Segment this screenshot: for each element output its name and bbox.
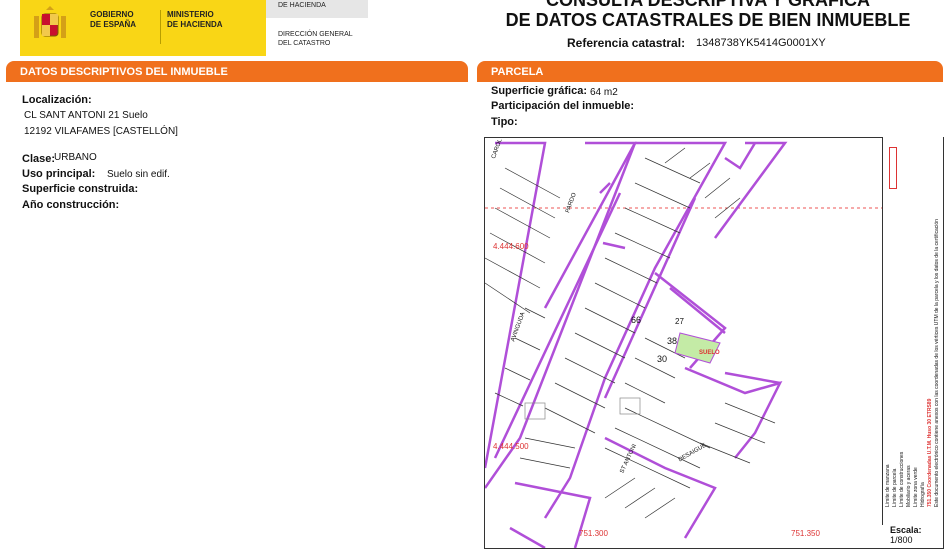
section-header-parcela: PARCELA (477, 61, 943, 82)
legend-item: Mobiliario y aceras (906, 465, 912, 507)
coord-label-y2: 4.444.500 (493, 442, 529, 451)
ministerio-text: MINISTERIO DE HACIENDA (160, 10, 223, 44)
map-legend: Límite de manzana Límite de parcela Lími… (882, 137, 943, 525)
parcel-label-27: 27 (675, 317, 684, 326)
escala: Escala: 1/800 (890, 525, 922, 545)
referencia-catastral-label: Referencia catastral: (567, 36, 686, 50)
gobierno-text: GOBIERNO DE ESPAÑA (90, 10, 137, 29)
coord-label-y1: 4.444.600 (493, 242, 529, 251)
legend-item: Límite de parcela (892, 468, 898, 507)
clase-value: URBANO (54, 152, 97, 163)
referencia-catastral-value: 1348738YK5414G0001XY (696, 37, 826, 49)
hacienda-label: DE HACIENDA (278, 2, 326, 9)
legend-item: Hidrografía (920, 482, 926, 507)
government-logo: GOBIERNO DE ESPAÑA MINISTERIO DE HACIEND… (20, 0, 266, 56)
coat-of-arms-icon (34, 6, 66, 38)
localizacion-label: Localización: (22, 94, 92, 106)
address-line2: 12192 VILAFAMES [CASTELLÓN] (24, 126, 178, 137)
legend-items: Límite de manzana Límite de parcela Lími… (885, 219, 941, 507)
address-line1: CL SANT ANTONI 21 Suelo (24, 110, 148, 121)
section-header-datos: DATOS DESCRIPTIVOS DEL INMUEBLE (6, 61, 468, 82)
coord-label-x2: 751.350 (791, 529, 820, 538)
legend-item: Límite zona verde (913, 467, 919, 507)
uso-principal-value: Suelo sin edif. (107, 169, 170, 180)
legend-item: Límite de construcciones (899, 451, 905, 507)
cadastral-map[interactable]: 4.444.600 4.444.500 751.300 751.350 66 3… (484, 137, 944, 549)
parcel-label-66: 66 (631, 315, 642, 325)
map-drawing (485, 141, 883, 548)
parcel-label-30: 30 (657, 354, 668, 364)
superficie-construida-label: Superficie construida: (22, 183, 139, 195)
tipo-label: Tipo: (491, 116, 518, 128)
superficie-grafica-label: Superficie gráfica: (491, 85, 587, 97)
legend-item: Límite de manzana (885, 464, 891, 507)
uso-principal-label: Uso principal: (22, 168, 96, 180)
north-arrow-icon (889, 147, 897, 189)
superficie-grafica-value: 64 m2 (590, 87, 618, 98)
direccion-general-label: DIRECCIÓN GENERAL DEL CATASTRO (278, 31, 353, 47)
anio-construccion-label: Año construcción: (22, 199, 120, 211)
legend-note2: Este documento electrónico contiene anex… (934, 219, 940, 507)
participacion-label: Participación del inmueble: (491, 100, 635, 112)
parcel-label-38: 38 (667, 336, 678, 346)
document-title: DE DATOS CATASTRALES DE BIEN INMUEBLE (505, 10, 911, 30)
suelo-label: SUELO (699, 350, 720, 356)
coord-label-x1: 751.300 (579, 529, 608, 538)
clase-label: Clase: (22, 153, 56, 165)
legend-note1: 751.350 Coordenadas U.T.M. Huso 30 ETRS8… (927, 398, 933, 507)
